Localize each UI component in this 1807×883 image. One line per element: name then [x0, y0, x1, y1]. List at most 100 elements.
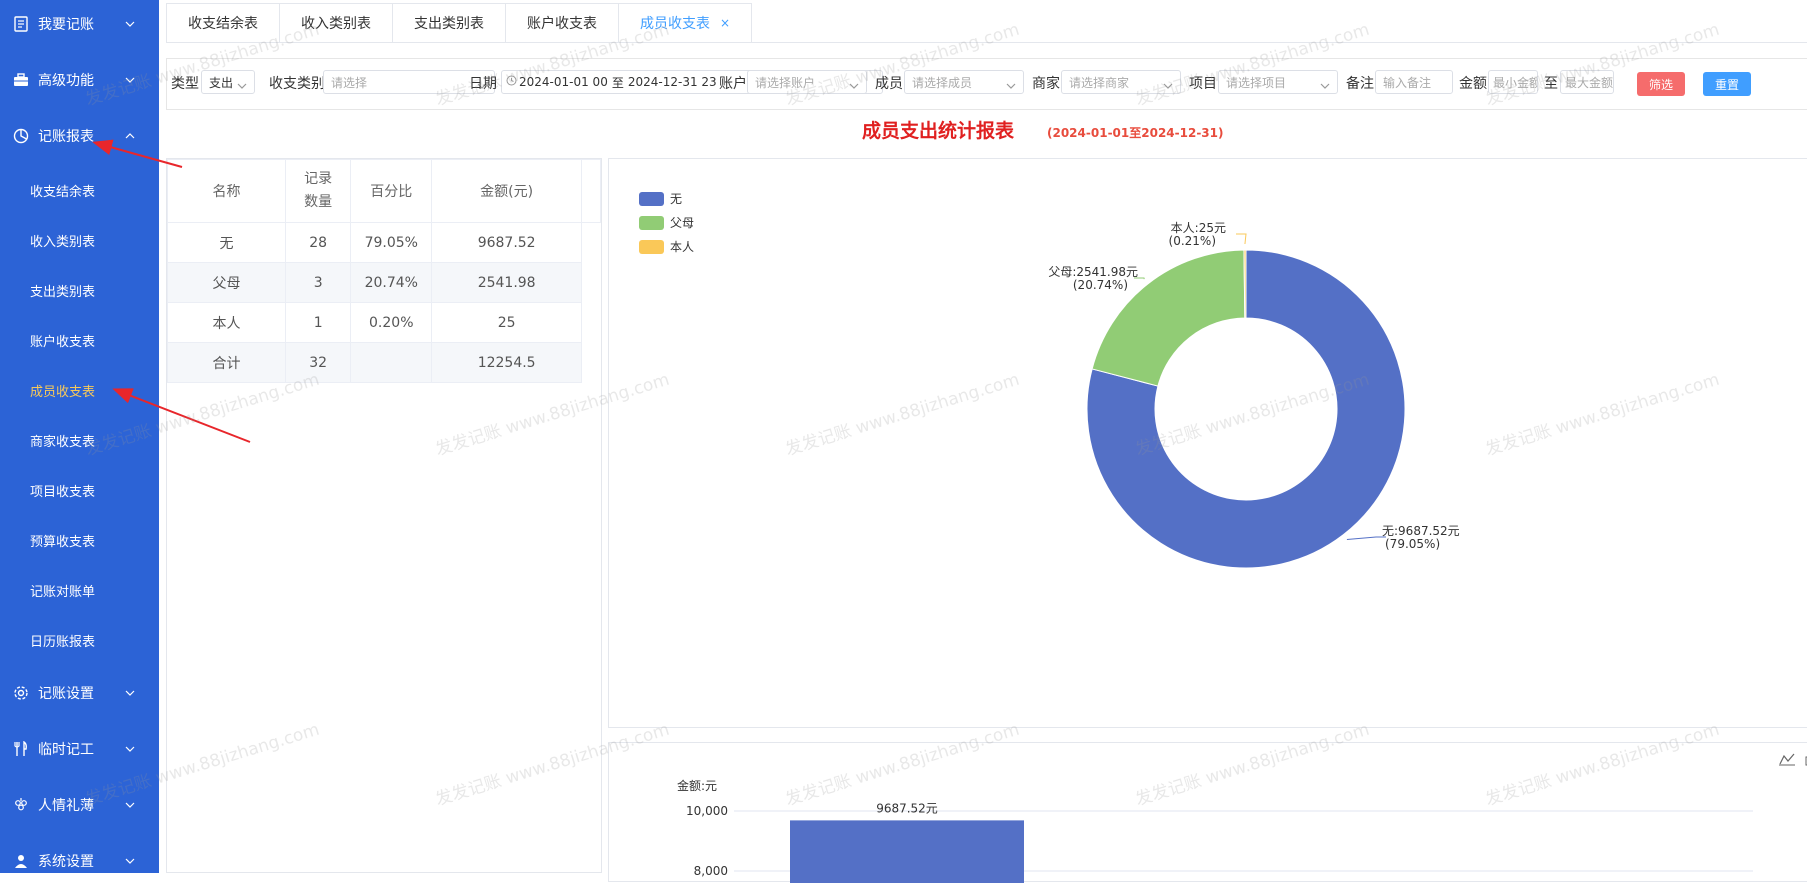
- cell-gutter: [581, 262, 601, 303]
- chevron-down-icon: [125, 743, 137, 755]
- submenu-expense-category[interactable]: 支出类别表: [0, 273, 159, 307]
- header-amount: 金额(元): [431, 159, 583, 223]
- note-label: 备注: [1346, 76, 1374, 92]
- filter-bar: 类型 支出 收支类别 请选择 日期 2024-01-01 00 至 2024-1…: [166, 58, 1807, 110]
- tab-balance-report[interactable]: 收支结余表: [166, 3, 280, 43]
- project-placeholder: 请选择项目: [1226, 75, 1287, 90]
- cell-gutter: [582, 303, 601, 343]
- menu-label: 记账设置: [38, 686, 94, 702]
- submenu-balance-report[interactable]: 收支结余表: [0, 173, 159, 207]
- cell-gutter: [582, 223, 601, 263]
- member-label: 成员: [875, 76, 903, 92]
- grapes-icon: [13, 797, 29, 813]
- chevron-down-icon: [237, 78, 247, 92]
- submenu-label: 预算收支表: [30, 534, 96, 550]
- menu-gift-book[interactable]: 人情礼薄: [0, 788, 159, 822]
- tab-expense-category[interactable]: 支出类别表: [393, 3, 506, 43]
- menu-label: 记账报表: [38, 129, 94, 145]
- member-placeholder: 请选择成员: [912, 75, 973, 90]
- tab-bar: 收支结余表 收入类别表 支出类别表 账户收支表 成员收支表 ×: [166, 3, 753, 43]
- menu-settings[interactable]: 记账设置: [0, 676, 159, 710]
- cell-total-name: 合计: [167, 342, 286, 383]
- clock-icon: [506, 75, 517, 89]
- menu-label: 高级功能: [38, 73, 94, 89]
- header-count: 记录 数量: [284, 159, 352, 223]
- table-row[interactable]: 父母 3 20.74% 2541.98: [167, 262, 601, 303]
- cell-amount: 25: [431, 302, 583, 343]
- amount-min-input[interactable]: 最小金额: [1488, 70, 1538, 94]
- type-label: 类型: [171, 76, 199, 92]
- cell-name: 本人: [167, 302, 286, 343]
- tab-income-category[interactable]: 收入类别表: [280, 3, 393, 43]
- merchant-select[interactable]: 请选择商家: [1061, 70, 1181, 94]
- y-tick-label: 10,000: [686, 804, 728, 818]
- sidebar: 我要记账 高级功能 记账报表 收支结余表 收入类别表 支出类别表 账户收支表 成…: [0, 0, 159, 873]
- cell-total-count: 32: [284, 342, 352, 383]
- table-row[interactable]: 本人 1 0.20% 25: [167, 302, 601, 343]
- submenu-label: 商家收支表: [30, 434, 96, 450]
- menu-reports[interactable]: 记账报表: [0, 119, 159, 153]
- submenu-project-report[interactable]: 项目收支表: [0, 473, 159, 507]
- pie-percent-label: (79.05%): [1385, 537, 1440, 551]
- chevron-down-icon: [1006, 78, 1016, 92]
- chevron-down-icon: [125, 687, 137, 699]
- amount-min-placeholder: 最小金额: [1493, 75, 1538, 90]
- cell-count: 1: [284, 302, 352, 343]
- pie-chart-panel: 无 父母 本人 无:9687.52元 (79.05%) 父母:2541.98元 (20…: [608, 158, 1807, 728]
- date-separator: 至: [611, 75, 624, 90]
- cell-amount: 9687.52: [431, 222, 583, 263]
- menu-advanced[interactable]: 高级功能: [0, 63, 159, 97]
- submenu-label: 日历账报表: [30, 634, 96, 650]
- cell-total-amount: 12254.5: [431, 342, 583, 383]
- submenu-budget-report[interactable]: 预算收支表: [0, 523, 159, 557]
- header-count-line2: 数量: [304, 194, 333, 210]
- submenu-label: 收入类别表: [30, 234, 96, 250]
- pie-slice[interactable]: [1243, 249, 1247, 319]
- submenu-calendar-report[interactable]: 日历账报表: [0, 623, 159, 657]
- pie-label: 无:9687.52元: [1382, 524, 1460, 538]
- close-icon[interactable]: ×: [720, 16, 730, 30]
- bar[interactable]: [790, 820, 1024, 883]
- reset-button[interactable]: 重置: [1703, 72, 1751, 96]
- submenu-statement[interactable]: 记账对账单: [0, 573, 159, 607]
- tab-account-report[interactable]: 账户收支表: [506, 3, 619, 43]
- people-icon: [13, 853, 29, 869]
- category-label: 收支类别: [269, 76, 325, 92]
- filter-button[interactable]: 筛选: [1637, 72, 1685, 96]
- submenu-income-category[interactable]: 收入类别表: [0, 223, 159, 257]
- pie-chart: 无:9687.52元(79.05%) 父母:2541.98元(20.74%) 本人:…: [1048, 221, 1460, 569]
- stats-table: 名称 记录 数量 百分比 金额(元) 无 28 79.05% 9687.52 父…: [167, 159, 601, 383]
- table-row[interactable]: 无 28 79.05% 9687.52: [167, 222, 601, 263]
- table-total-row: 合计 32 12254.5: [167, 342, 601, 383]
- tab-member-report[interactable]: 成员收支表 ×: [619, 3, 753, 43]
- cell-percent: 79.05%: [350, 222, 433, 263]
- cell-gutter: [581, 342, 601, 383]
- type-value: 支出: [209, 75, 234, 90]
- member-select[interactable]: 请选择成员: [904, 70, 1024, 94]
- project-select[interactable]: 请选择项目: [1218, 70, 1338, 94]
- menu-label: 临时记工: [38, 742, 94, 758]
- cell-count: 28: [284, 222, 352, 263]
- note-input[interactable]: 输入备注: [1375, 70, 1453, 94]
- chevron-down-icon: [849, 78, 859, 92]
- tab-label: 收入类别表: [301, 16, 371, 32]
- project-label: 项目: [1189, 76, 1217, 92]
- fork-knife-icon: [13, 741, 29, 757]
- report-title: 成员支出统计报表: [862, 120, 1015, 142]
- submenu-account-report[interactable]: 账户收支表: [0, 323, 159, 357]
- submenu-member-report[interactable]: 成员收支表: [0, 373, 159, 407]
- menu-temp-work[interactable]: 临时记工: [0, 732, 159, 766]
- date-start[interactable]: 2024-01-01 00: [519, 75, 608, 89]
- submenu-merchant-report[interactable]: 商家收支表: [0, 423, 159, 457]
- type-select[interactable]: 支出: [201, 70, 255, 94]
- account-select[interactable]: 请选择账户: [747, 70, 867, 94]
- date-end[interactable]: 2024-12-31 23: [628, 75, 717, 89]
- tab-label: 账户收支表: [527, 16, 597, 32]
- menu-bookkeeping[interactable]: 我要记账: [0, 7, 159, 41]
- header-gutter: [581, 159, 601, 223]
- pie-chart-icon: [13, 128, 29, 144]
- amount-separator: 至: [1544, 76, 1558, 92]
- pie-label-line: [1236, 233, 1247, 245]
- amount-max-input[interactable]: 最大金额: [1560, 70, 1614, 94]
- bar-value-label: 9687.52元: [876, 801, 938, 815]
